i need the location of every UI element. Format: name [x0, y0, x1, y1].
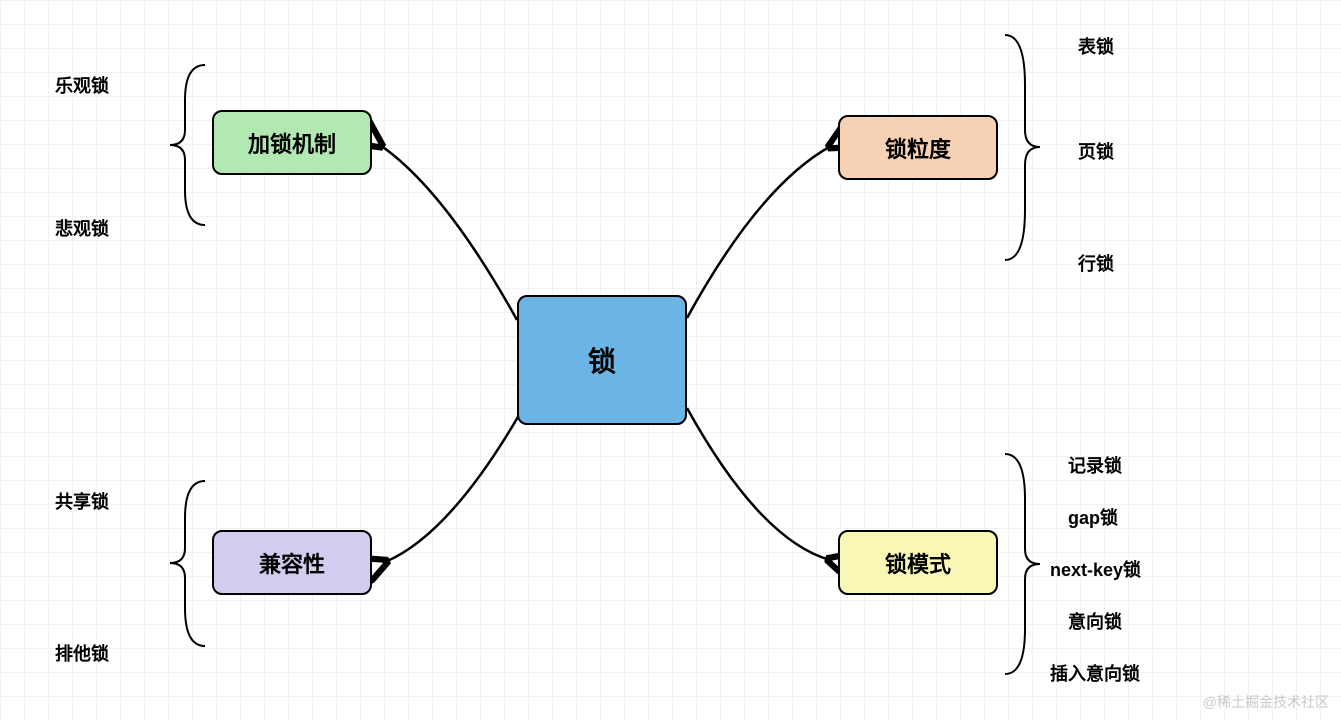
brace-tl [165, 60, 205, 230]
brace-tr [1005, 30, 1045, 265]
leaf-insert-intent-lock: 插入意向锁 [1050, 660, 1140, 686]
branch-label: 锁模式 [885, 547, 951, 579]
center-node: 锁 [517, 295, 687, 425]
brace-br [1005, 449, 1045, 679]
leaf-record-lock: 记录锁 [1068, 452, 1122, 478]
branch-label: 锁粒度 [885, 132, 951, 164]
leaf-table-lock: 表锁 [1078, 33, 1114, 59]
leaf-gap-lock: gap锁 [1068, 504, 1118, 530]
branch-lock-mode: 锁模式 [838, 530, 998, 595]
leaf-shared-lock: 共享锁 [55, 488, 109, 514]
leaf-row-lock: 行锁 [1078, 250, 1114, 276]
branch-label: 兼容性 [259, 547, 325, 579]
watermark: @稀土掘金技术社区 [1203, 692, 1329, 712]
leaf-next-key-lock: next-key锁 [1050, 556, 1141, 582]
leaf-intent-lock: 意向锁 [1068, 608, 1122, 634]
brace-bl [165, 476, 205, 651]
leaf-optimistic-lock: 乐观锁 [55, 72, 109, 98]
leaf-pessimistic-lock: 悲观锁 [55, 215, 109, 241]
leaf-exclusive-lock: 排他锁 [55, 640, 109, 666]
branch-label: 加锁机制 [248, 127, 336, 159]
branch-lock-mechanism: 加锁机制 [212, 110, 372, 175]
branch-lock-granularity: 锁粒度 [838, 115, 998, 180]
center-label: 锁 [588, 340, 616, 380]
branch-compatibility: 兼容性 [212, 530, 372, 595]
leaf-page-lock: 页锁 [1078, 138, 1114, 164]
